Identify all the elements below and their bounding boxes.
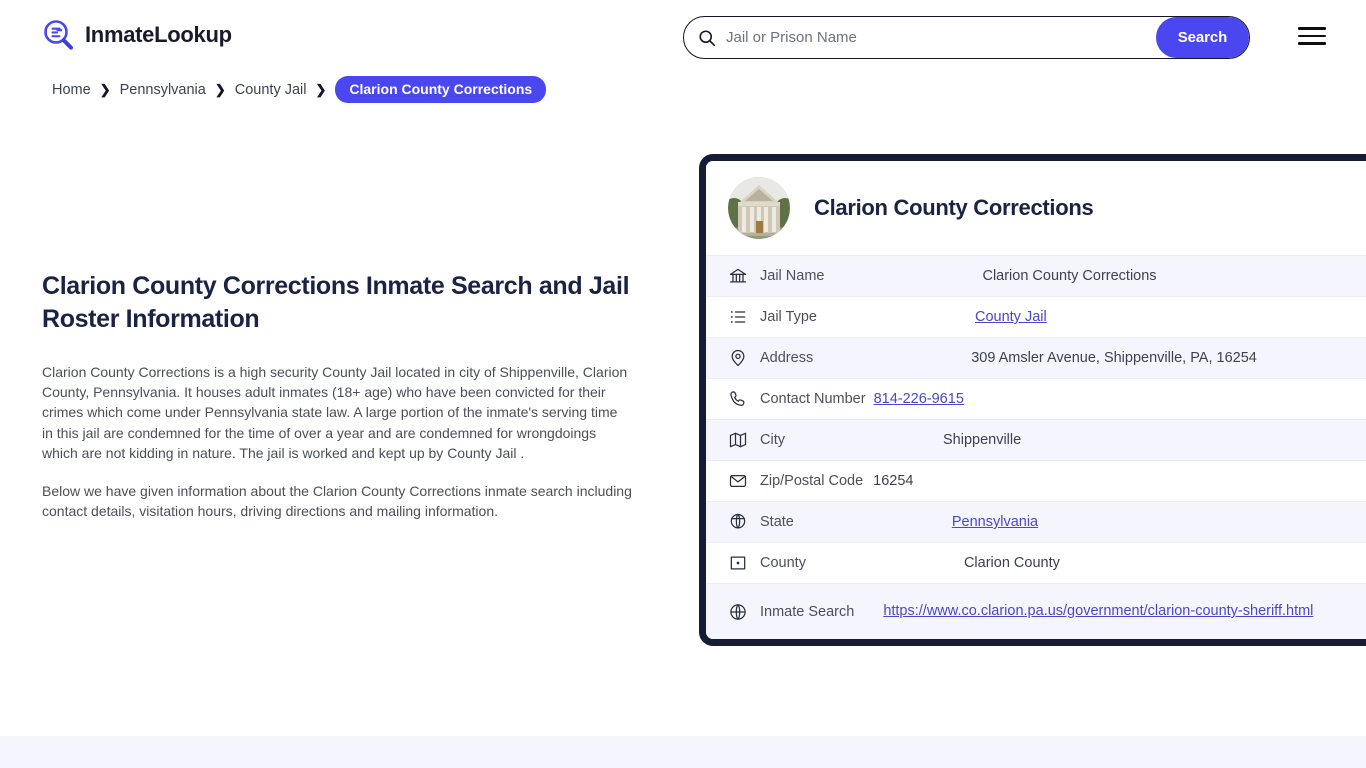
row-label: City	[760, 432, 785, 448]
row-label: Contact Number	[760, 391, 866, 407]
breadcrumb-item-county-jail[interactable]: County Jail	[235, 82, 307, 98]
row-value-link[interactable]: County Jail	[975, 306, 1047, 328]
map-icon	[728, 430, 760, 450]
row-value: Shippenville	[942, 432, 1022, 448]
row-label: Zip/Postal Code	[760, 473, 864, 489]
jail-info-card: Clarion County Corrections Jail Name Cla…	[699, 154, 1366, 646]
hamburger-bar	[1298, 34, 1326, 38]
footer-band	[0, 736, 1366, 768]
map-pin-icon	[728, 348, 760, 368]
table-row: Contact Number 814-226-9615	[706, 378, 1366, 419]
chevron-right-icon: ❯	[214, 82, 226, 97]
row-value: 16254	[873, 473, 914, 489]
magnifier-list-icon	[42, 18, 76, 52]
search-icon	[684, 29, 716, 47]
page-title: Clarion County Corrections Inmate Search…	[42, 272, 630, 333]
row-value: Clarion County	[963, 555, 1060, 571]
chevron-right-icon: ❯	[99, 82, 111, 97]
table-row: Inmate Search https://www.co.clarion.pa.…	[706, 583, 1366, 639]
chevron-right-icon: ❯	[315, 82, 327, 97]
card-title: Clarion County Corrections	[814, 195, 1094, 220]
search-bar[interactable]: Search	[683, 16, 1250, 59]
row-value-link[interactable]: Pennsylvania	[952, 511, 1038, 533]
row-value: Clarion County Corrections	[982, 268, 1157, 284]
hamburger-menu-icon[interactable]	[1298, 25, 1326, 47]
breadcrumb-current-badge: Clarion County Corrections	[335, 76, 547, 103]
hamburger-bar	[1298, 27, 1326, 30]
site-logo[interactable]: InmateLookup	[42, 18, 232, 52]
row-label: Jail Type	[760, 309, 817, 325]
row-value-link[interactable]: 814-226-9615	[874, 388, 964, 410]
table-row: Jail Type County Jail	[706, 296, 1366, 337]
breadcrumb-item-pennsylvania[interactable]: Pennsylvania	[120, 82, 206, 98]
table-row: City Shippenville	[706, 419, 1366, 460]
table-row: Jail Name Clarion County Corrections	[706, 255, 1366, 296]
phone-icon	[728, 389, 760, 409]
globe-pin-icon	[728, 512, 760, 532]
site-header: InmateLookup Search	[0, 0, 1366, 74]
intro-paragraph: Clarion County Corrections is a high sec…	[42, 364, 628, 461]
bank-icon	[728, 266, 760, 286]
table-row: County Clarion County	[706, 542, 1366, 583]
search-button[interactable]: Search	[1156, 17, 1249, 58]
secondary-paragraph: Below we have given information about th…	[42, 483, 632, 520]
row-label: Inmate Search	[760, 603, 855, 620]
page-root: InmateLookup Search Home ❯ Pennsylvania …	[0, 0, 1366, 768]
hamburger-bar	[1298, 42, 1326, 45]
globe-icon	[728, 602, 760, 622]
row-label: Jail Name	[760, 268, 825, 284]
envelope-icon	[728, 471, 760, 491]
search-input[interactable]	[716, 17, 1156, 58]
breadcrumb-item-home[interactable]: Home	[52, 82, 91, 98]
list-icon	[728, 307, 760, 327]
row-label: Address	[760, 350, 814, 366]
courthouse-photo	[728, 177, 790, 239]
breadcrumb: Home ❯ Pennsylvania ❯ County Jail ❯ Clar…	[52, 76, 547, 103]
row-value-link[interactable]: https://www.co.clarion.pa.us/government/…	[883, 600, 1333, 623]
row-value: 309 Amsler Avenue, Shippenville, PA, 162…	[971, 350, 1257, 366]
table-row: State Pennsylvania	[706, 501, 1366, 542]
table-row: Zip/Postal Code 16254	[706, 460, 1366, 501]
row-label: State	[760, 514, 794, 530]
table-row: Address 309 Amsler Avenue, Shippenville,…	[706, 337, 1366, 378]
county-icon	[728, 553, 760, 573]
logo-text: InmateLookup	[85, 22, 232, 47]
row-label: County	[760, 555, 806, 571]
article-column: Clarion County Corrections Inmate Search…	[42, 270, 632, 539]
jail-detail-table: Jail Name Clarion County Corrections Jai…	[706, 255, 1366, 639]
card-header: Clarion County Corrections	[706, 161, 1366, 255]
